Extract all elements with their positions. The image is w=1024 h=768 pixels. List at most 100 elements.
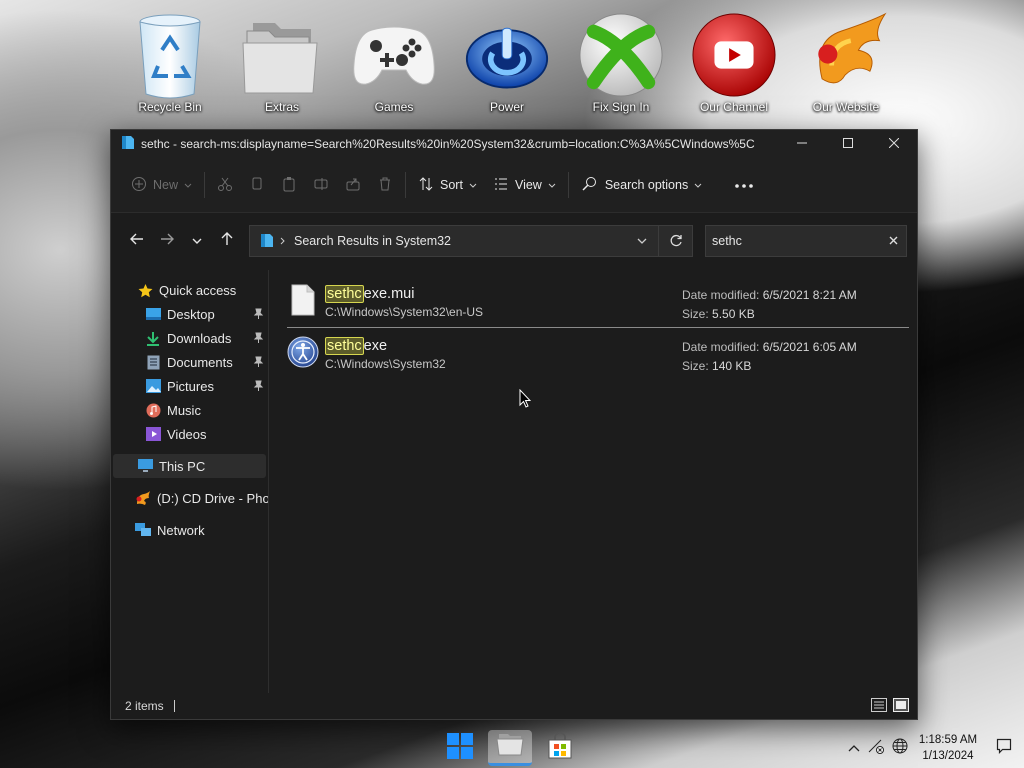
sidebar-item-documents[interactable]: Documents	[111, 350, 268, 374]
address-row: Search Results in System32 sethc	[111, 213, 917, 269]
youtube-icon	[691, 8, 777, 102]
toolbar-separator	[405, 172, 407, 198]
maximize-icon	[843, 135, 853, 153]
sidebar-item-pictures[interactable]: Pictures	[111, 374, 268, 398]
network-disconnected-icon[interactable]	[868, 738, 884, 759]
recent-locations-button[interactable]	[183, 226, 211, 256]
sidebar-item-downloads[interactable]: Downloads	[111, 326, 268, 350]
windows-logo-icon	[447, 732, 473, 764]
desktop-icon-fix-sign-in[interactable]: Fix Sign In	[571, 8, 671, 114]
date-modified: 6/5/2021 6:05 AM	[762, 340, 857, 354]
arrow-left-icon	[130, 232, 144, 250]
large-icons-view-button[interactable]	[893, 697, 909, 715]
folder-stack-icon	[239, 8, 325, 102]
chevron-down-icon	[184, 178, 192, 192]
close-button[interactable]	[871, 130, 917, 158]
store-bag-icon	[546, 731, 574, 765]
clock[interactable]: 1:18:59 AM 1/13/2024	[916, 732, 980, 764]
system-tray: 1:18:59 AM 1/13/2024	[848, 728, 1024, 768]
accessibility-icon	[287, 336, 319, 372]
title-bar[interactable]: sethc - search-ms:displayname=Search%20R…	[111, 130, 917, 158]
clock-date: 1/13/2024	[922, 750, 974, 762]
globe-icon[interactable]	[892, 738, 908, 759]
sort-button[interactable]: Sort	[410, 169, 485, 201]
clock-time: 1:18:59 AM	[918, 734, 978, 746]
sidebar-item-videos[interactable]: Videos	[111, 422, 268, 446]
show-hidden-icons-button[interactable]	[848, 739, 860, 757]
back-button[interactable]	[123, 226, 151, 256]
search-input[interactable]: sethc	[705, 225, 907, 257]
sidebar-item-label: Downloads	[167, 330, 232, 346]
file-meta: Date modified: 6/5/2021 6:05 AM Size: 14…	[682, 336, 857, 380]
desktop-icon-power[interactable]: Power	[457, 8, 557, 114]
share-icon	[345, 176, 361, 195]
delete-button[interactable]	[369, 169, 401, 201]
pin-icon	[253, 379, 264, 394]
desktop-folder-icon	[145, 306, 161, 322]
maximize-button[interactable]	[825, 130, 871, 158]
search-options-button[interactable]: Search options	[573, 169, 710, 201]
view-button[interactable]: View	[485, 169, 564, 201]
sidebar-item-label: Pictures	[167, 378, 214, 394]
sidebar-item-cd-drive[interactable]: (D:) CD Drive - Phoenix	[111, 486, 268, 510]
refresh-button[interactable]	[658, 226, 692, 256]
date-label: Date modified:	[682, 288, 760, 302]
chevron-down-icon	[548, 178, 556, 192]
clear-search-button[interactable]	[889, 234, 898, 248]
taskbar-store[interactable]	[538, 730, 582, 766]
desktop-icon-label: Our Website	[812, 100, 880, 114]
ellipsis-icon	[734, 178, 754, 192]
sort-label: Sort	[440, 178, 463, 192]
pin-icon	[253, 355, 264, 370]
size-label: Size:	[682, 359, 709, 373]
mouse-cursor-icon	[519, 388, 532, 413]
music-icon	[145, 402, 161, 418]
file-name-rest: exe	[363, 338, 388, 354]
address-bar[interactable]: Search Results in System32	[249, 225, 693, 257]
minimize-button[interactable]	[779, 130, 825, 158]
start-button[interactable]	[438, 730, 482, 766]
new-button[interactable]: New	[123, 169, 200, 201]
list-item[interactable]: sethc exe C:\Windows\System32 Date modifi…	[287, 332, 909, 380]
new-label: New	[153, 178, 179, 192]
results-pane: sethc exe.mui C:\Windows\System32\en-US D…	[269, 270, 917, 693]
desktop-icon-label: Games	[374, 100, 414, 114]
recycle-bin-icon	[127, 8, 213, 102]
more-options-button[interactable]	[726, 169, 762, 201]
search-folder-icon	[121, 134, 135, 155]
desktop-icon-label: Power	[489, 100, 524, 114]
close-icon	[888, 135, 900, 153]
breadcrumb[interactable]: Search Results in System32	[294, 234, 451, 248]
paste-button[interactable]	[273, 169, 305, 201]
forward-button[interactable]	[153, 226, 181, 256]
desktop-icon-our-channel[interactable]: Our Channel	[684, 8, 784, 114]
plus-circle-icon	[131, 176, 147, 195]
sidebar-item-network[interactable]: Network	[111, 518, 268, 542]
desktop-icon-extras[interactable]: Extras	[232, 8, 332, 114]
taskbar: 1:18:59 AM 1/13/2024	[0, 728, 1024, 768]
list-item[interactable]: sethc exe.mui C:\Windows\System32\en-US D…	[287, 280, 909, 328]
blank-file-icon	[287, 284, 319, 320]
sidebar-item-desktop[interactable]: Desktop	[111, 302, 268, 326]
address-dropdown-button[interactable]	[626, 237, 658, 245]
taskbar-file-explorer[interactable]	[488, 730, 532, 766]
toolbar-separator	[567, 172, 569, 198]
notifications-button[interactable]	[996, 738, 1012, 759]
up-button[interactable]	[213, 226, 241, 256]
size-label: Size:	[682, 307, 709, 321]
cut-button[interactable]	[209, 169, 241, 201]
picture-icon	[145, 378, 161, 394]
sidebar-item-this-pc[interactable]: This PC	[113, 454, 266, 478]
chevron-down-icon	[469, 178, 477, 192]
copy-button[interactable]	[241, 169, 273, 201]
details-view-button[interactable]	[871, 697, 887, 715]
sidebar-item-music[interactable]: Music	[111, 398, 268, 422]
video-icon	[145, 426, 161, 442]
rename-button[interactable]	[305, 169, 337, 201]
desktop-icon-games[interactable]: Games	[344, 8, 444, 114]
search-folder-icon	[260, 232, 274, 251]
desktop-icon-our-website[interactable]: Our Website	[796, 8, 896, 114]
desktop-icon-recycle-bin[interactable]: Recycle Bin	[120, 8, 220, 114]
sidebar-item-quick-access[interactable]: Quick access	[111, 278, 268, 302]
share-button[interactable]	[337, 169, 369, 201]
